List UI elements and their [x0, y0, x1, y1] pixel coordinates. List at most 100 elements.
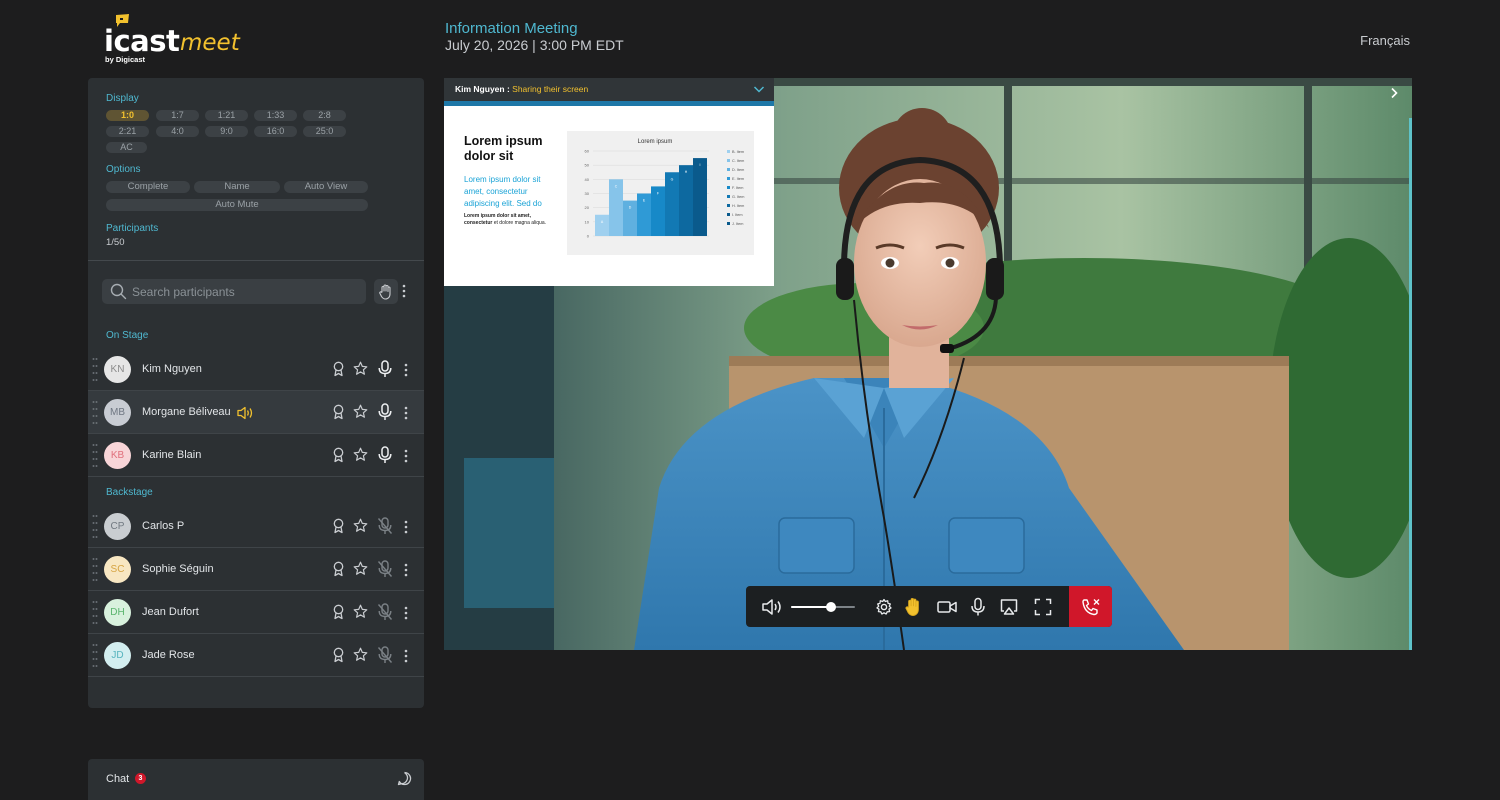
microphone-muted-icon[interactable]: [377, 603, 393, 621]
end-call-button[interactable]: [1069, 586, 1112, 627]
microphone-icon[interactable]: [377, 446, 393, 464]
grip-icon[interactable]: [92, 643, 98, 669]
share-accent-bar: [444, 101, 774, 106]
search-input[interactable]: [132, 279, 360, 304]
participant-row[interactable]: KN Kim Nguyen: [88, 348, 424, 391]
chevron-right-icon[interactable]: [1389, 87, 1399, 99]
award-icon[interactable]: [332, 518, 345, 534]
raise-hand-icon[interactable]: [905, 597, 922, 617]
chat-bar[interactable]: Chat 3: [88, 759, 424, 800]
more-options-icon[interactable]: [404, 649, 408, 663]
option-name[interactable]: Name: [194, 181, 280, 193]
display-ratio-button[interactable]: AC: [106, 142, 147, 153]
option-auto-mute[interactable]: Auto Mute: [106, 199, 368, 211]
grip-icon[interactable]: [92, 600, 98, 626]
display-ratio-button[interactable]: 2:8: [303, 110, 346, 121]
chart-y-tick: 40: [585, 177, 590, 182]
avatar: DH: [104, 599, 131, 626]
star-icon[interactable]: [353, 518, 368, 533]
star-icon[interactable]: [353, 361, 368, 376]
raise-hand-filter-button[interactable]: [374, 279, 398, 304]
display-ratio-button[interactable]: 1:0: [106, 110, 149, 121]
microphone-muted-icon[interactable]: [377, 517, 393, 535]
participant-row[interactable]: MB Morgane Béliveau: [88, 391, 424, 434]
gear-icon[interactable]: [875, 597, 893, 617]
more-options-icon[interactable]: [402, 284, 406, 298]
grip-icon[interactable]: [92, 514, 98, 540]
chart-y-tick: 20: [585, 205, 590, 210]
brand-name: icast: [104, 24, 180, 58]
microphone-muted-icon[interactable]: [377, 646, 393, 664]
participant-row[interactable]: DH Jean Dufort: [88, 591, 424, 634]
camera-icon[interactable]: [936, 597, 958, 617]
option-auto-view[interactable]: Auto View: [284, 181, 368, 193]
award-icon[interactable]: [332, 404, 345, 420]
more-options-icon[interactable]: [404, 449, 408, 463]
more-options-icon[interactable]: [404, 363, 408, 377]
screen-cast-icon[interactable]: [999, 597, 1019, 617]
grip-icon[interactable]: [92, 557, 98, 583]
slide-bar-chart: Lorem ipsum6050403020100ACDEFGHIB. ItemC…: [567, 131, 754, 255]
chart-legend-item: E. Item: [732, 177, 744, 181]
slide-subtitle: Lorem ipsum dolor sit amet, consectetur …: [464, 175, 542, 208]
participant-row[interactable]: JD Jade Rose: [88, 634, 424, 677]
meeting-title: Information Meeting: [445, 20, 578, 37]
participant-name: Sophie Séguin: [142, 563, 214, 575]
grip-icon[interactable]: [92, 400, 98, 426]
star-icon[interactable]: [353, 447, 368, 462]
volume-slider[interactable]: [791, 606, 855, 608]
display-ratio-button[interactable]: 16:0: [254, 126, 297, 137]
award-icon[interactable]: [332, 447, 345, 463]
avatar: KB: [104, 442, 131, 469]
display-label: Display: [106, 93, 139, 104]
display-ratio-button[interactable]: 4:0: [156, 126, 199, 137]
grip-icon[interactable]: [92, 443, 98, 469]
microphone-icon[interactable]: [970, 597, 986, 617]
star-icon[interactable]: [353, 604, 368, 619]
divider: [88, 260, 424, 261]
display-ratio-button[interactable]: 2:21: [106, 126, 149, 137]
microphone-icon[interactable]: [377, 360, 393, 378]
chart-legend-item: I. Item: [732, 213, 743, 217]
slide-note-rest: et dolore magna aliqua.: [492, 220, 546, 226]
participant-row[interactable]: KB Karine Blain: [88, 434, 424, 477]
chat-bubble-icon[interactable]: [397, 771, 412, 786]
star-icon[interactable]: [353, 647, 368, 662]
display-ratio-button[interactable]: 1:7: [156, 110, 199, 121]
chart-legend-swatch: [727, 159, 730, 162]
chart-legend-item: G. Item: [732, 195, 744, 199]
star-icon[interactable]: [353, 404, 368, 419]
award-icon[interactable]: [332, 604, 345, 620]
display-ratio-button[interactable]: 1:33: [254, 110, 297, 121]
display-ratio-button[interactable]: 1:21: [205, 110, 248, 121]
fullscreen-icon[interactable]: [1034, 597, 1052, 617]
chart-legend-item: B. Item: [732, 150, 744, 154]
more-options-icon[interactable]: [404, 606, 408, 620]
more-options-icon[interactable]: [404, 563, 408, 577]
call-controls: [746, 586, 1112, 627]
microphone-icon[interactable]: [377, 403, 393, 421]
star-icon[interactable]: [353, 561, 368, 576]
language-switch[interactable]: Français: [1360, 33, 1410, 48]
award-icon[interactable]: [332, 561, 345, 577]
more-options-icon[interactable]: [404, 406, 408, 420]
participant-name: Jade Rose: [142, 649, 195, 661]
chevron-down-icon[interactable]: [753, 84, 765, 94]
grip-icon[interactable]: [92, 357, 98, 383]
award-icon[interactable]: [332, 647, 345, 663]
option-complete[interactable]: Complete: [106, 181, 190, 193]
participants-count: 1/50: [106, 237, 125, 248]
microphone-muted-icon[interactable]: [377, 560, 393, 578]
more-options-icon[interactable]: [404, 520, 408, 534]
screen-share-preview[interactable]: Kim Nguyen : Sharing their screen Lorem …: [444, 78, 774, 286]
participant-row[interactable]: SC Sophie Séguin: [88, 548, 424, 591]
award-icon[interactable]: [332, 361, 345, 377]
volume-knob[interactable]: [825, 602, 836, 612]
on-stage-label: On Stage: [106, 330, 149, 341]
brand-byline: by Digicast: [105, 55, 146, 64]
volume-icon[interactable]: [761, 597, 783, 617]
display-ratio-button[interactable]: 9:0: [205, 126, 248, 137]
display-ratio-button[interactable]: 25:0: [303, 126, 346, 137]
participant-row[interactable]: CP Carlos P: [88, 505, 424, 548]
slide-note: Lorem ipsum dolor sit amet, consectetur …: [464, 213, 549, 227]
